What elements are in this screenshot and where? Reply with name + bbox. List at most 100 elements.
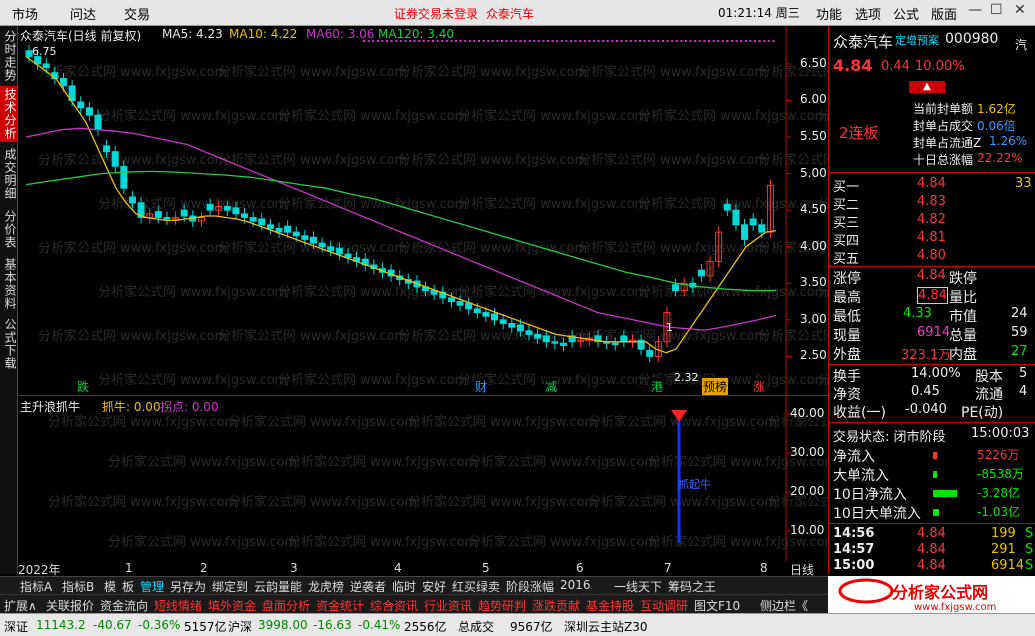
minimize-button[interactable]: — (968, 2, 982, 18)
indicator-tab[interactable]: 绑定到 (212, 578, 248, 595)
watermark-text: 分析家公式网 www.fxjgsw.com (98, 372, 287, 388)
menu-options[interactable]: 选项 (855, 4, 881, 23)
server-status[interactable]: 深圳云主站Z30 (564, 618, 648, 635)
indicator-chart[interactable]: 分析家公式网 www.fxjgsw.com 分析家公式网 www.fxjgsw.c… (18, 396, 828, 561)
event-marker[interactable]: 预榜 (702, 378, 729, 395)
dot-line (588, 40, 591, 42)
indicator-tab[interactable]: 云韵量能 (254, 578, 302, 595)
function-tab[interactable]: 短线情绪 (154, 597, 202, 614)
candle-body (482, 312, 490, 317)
tab-formula-download[interactable]: 公式下载 (0, 316, 17, 372)
high-price-label: 6.75 (32, 45, 57, 58)
total-value: 9567亿 (510, 620, 553, 634)
tab-technical[interactable]: 技术分析 (0, 86, 17, 142)
login-notice: 证券交易未登录 (394, 7, 479, 21)
indicator-tab[interactable]: 阶段涨幅 (506, 578, 554, 595)
dot-line (455, 40, 457, 42)
bid-price: 4.80 (917, 248, 946, 263)
bid-price: 4.83 (917, 194, 946, 209)
candle-body (309, 236, 318, 244)
maximize-button[interactable]: ☐ (990, 2, 1003, 18)
function-tab[interactable]: 资金统计 (316, 597, 364, 614)
stat-key: PE(动) (961, 405, 1004, 421)
ma5-label: MA5: 4.23 (162, 27, 223, 41)
indicator-tab[interactable]: 2016 (560, 578, 591, 592)
tick-time: 15:00 (833, 558, 875, 573)
event-marker[interactable]: 港 (650, 378, 665, 395)
indicator-tab[interactable]: 龙虎榜 (308, 578, 344, 595)
event-marker[interactable]: 跌 (76, 378, 91, 395)
sh-pct: -0.41% (358, 618, 401, 632)
function-tab[interactable]: 趋势研判 (478, 597, 526, 614)
indicator-tab[interactable]: 逆袭者 (350, 578, 386, 595)
tab-profile[interactable]: 基本资料 (0, 256, 17, 312)
menu-market[interactable]: 市场 (12, 4, 38, 23)
dot-line (478, 40, 480, 42)
menu-layout[interactable]: 版面 (931, 4, 957, 23)
close-button[interactable]: ✕ (1014, 2, 1026, 18)
watermark-text: 分析家公式网 www.fxjgsw.com (408, 494, 597, 510)
menu-trade[interactable]: 交易 (124, 4, 150, 23)
candle-body (516, 324, 524, 332)
watermark-text: 分析家公式网 www.fxjgsw.com (578, 240, 767, 256)
function-tab[interactable]: 互动调研 (640, 597, 688, 614)
price-change: 0.44 (881, 59, 910, 74)
function-tab[interactable]: 行业资讯 (424, 597, 472, 614)
dot-line (501, 40, 503, 42)
bid-level-label: 买三 (833, 216, 860, 231)
event-marker[interactable]: 涨 (752, 378, 767, 395)
stock-tag[interactable]: 定增预案 (895, 32, 939, 48)
indicator-label-guaidian: 拐点: 0.00 (160, 400, 219, 414)
indicator-tab[interactable]: 安好 (422, 578, 446, 595)
function-tab[interactable]: 扩展∧ (4, 597, 37, 614)
function-tab[interactable]: 填外资金 (208, 597, 256, 614)
function-tab[interactable]: 涨跌贡献 (532, 597, 580, 614)
function-tab[interactable]: 基金持股 (586, 597, 634, 614)
watermark-text: 分析家公式网 www.fxjgsw.com (588, 494, 777, 510)
indicator-tab[interactable]: 红买绿卖 (452, 578, 500, 595)
indicator-tab[interactable]: 一线天下 (614, 578, 662, 595)
dot-line (505, 40, 508, 42)
quote-panel: 众泰汽车 定增预案 000980 汽 4.84 0.44 10.00% ▲ 2连… (828, 26, 1035, 574)
function-tab[interactable]: 盘面分析 (262, 597, 310, 614)
x-label-5: 5 (482, 561, 490, 575)
indicator-tab[interactable]: 筹码之王 (668, 578, 716, 595)
tick-price: 4.84 (917, 526, 946, 541)
indicator-tab[interactable]: 板 (122, 578, 134, 595)
stat-key: 股本 (975, 369, 1003, 385)
function-tab[interactable]: 侧边栏《 (760, 597, 808, 614)
function-tab[interactable]: 图文F10 (694, 597, 740, 614)
function-tab[interactable]: 关联报价 (46, 597, 94, 614)
menu-function[interactable]: 功能 (816, 4, 842, 23)
logo: 分析家公式网 www.fxjgsw.com (828, 576, 1035, 613)
indicator-tab[interactable]: 管理 (140, 578, 164, 595)
event-marker[interactable]: 减 (544, 378, 559, 395)
menu-wenda[interactable]: 问达 (70, 4, 96, 23)
tab-intraday[interactable]: 分时走势 (0, 28, 17, 84)
tab-trades[interactable]: 成交明细 (0, 146, 17, 202)
tab-price-table[interactable]: 分价表 (0, 206, 17, 252)
indicator-tab[interactable]: 另存为 (170, 578, 206, 595)
dot-line (662, 40, 664, 42)
indicator-axis-label: 10.00 (790, 523, 825, 537)
dot-line (620, 40, 623, 42)
stat-key: 涨停 (833, 271, 861, 287)
dot-line (468, 40, 471, 42)
indicator-tab[interactable]: 指标A (20, 578, 52, 595)
menu-formula[interactable]: 公式 (893, 4, 919, 23)
indicator-tab[interactable]: 指标B (62, 578, 94, 595)
indicator-tab[interactable]: 模 (104, 578, 116, 595)
flow-bar (933, 452, 937, 459)
dot-line (698, 40, 701, 42)
candle-body (301, 235, 309, 240)
indicator-tab[interactable]: 临时 (392, 578, 416, 595)
event-marker[interactable]: 财 (474, 378, 489, 395)
collapse-arrow-icon[interactable]: ▲ (909, 81, 945, 93)
stat-key: 跌停 (949, 271, 977, 287)
price-chart[interactable]: 分析家公式网 www.fxjgsw.com 分析家公式网 www.fxjgsw.c… (18, 26, 828, 396)
stat-value: 4.33 (903, 306, 932, 321)
function-tab[interactable]: 综合资讯 (370, 597, 418, 614)
candle-body (456, 301, 464, 306)
limit-up-label: 2连板 (839, 124, 879, 142)
function-tab[interactable]: 资金流向 (100, 597, 148, 614)
